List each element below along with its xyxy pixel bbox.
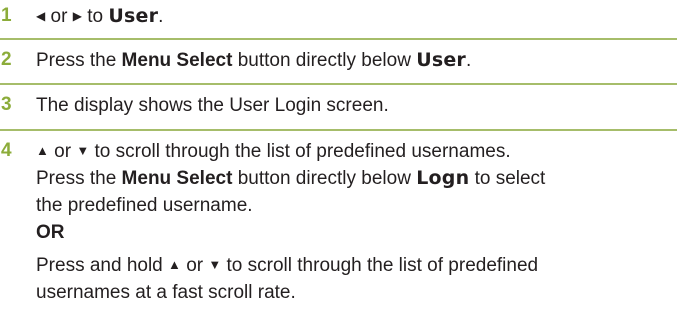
step-text: ◀ or ▶ to User. — [36, 5, 164, 27]
step-text: ▲ or ▼ to scroll through the list of pre… — [36, 141, 546, 303]
menu-select-label: Menu Select — [121, 50, 233, 71]
divider — [0, 38, 677, 40]
display-word-user: User — [108, 5, 159, 27]
display-word-user: User — [416, 49, 466, 71]
step-number: 3 — [1, 94, 12, 115]
arrow-down-icon: ▼ — [76, 143, 90, 158]
or-label: OR — [36, 222, 65, 243]
arrow-right-icon: ▶ — [72, 9, 82, 23]
divider — [0, 83, 677, 85]
display-word-logn: Logn — [416, 167, 470, 189]
arrow-up-icon: ▲ — [36, 143, 49, 158]
menu-select-label: Menu Select — [121, 168, 233, 189]
step-text: Press the Menu Select button directly be… — [36, 49, 472, 71]
arrow-left-icon: ◀ — [36, 9, 46, 23]
step-text: The display shows the User Login screen. — [36, 95, 389, 116]
arrow-up-icon: ▲ — [168, 257, 181, 272]
step-number: 2 — [1, 49, 12, 70]
step-number: 4 — [1, 140, 12, 161]
divider — [0, 129, 677, 131]
step-number: 1 — [1, 5, 12, 26]
arrow-down-icon: ▼ — [208, 257, 222, 272]
instruction-steps: 1 ◀ or ▶ to User. 2 Press the Menu Selec… — [0, 0, 677, 318]
